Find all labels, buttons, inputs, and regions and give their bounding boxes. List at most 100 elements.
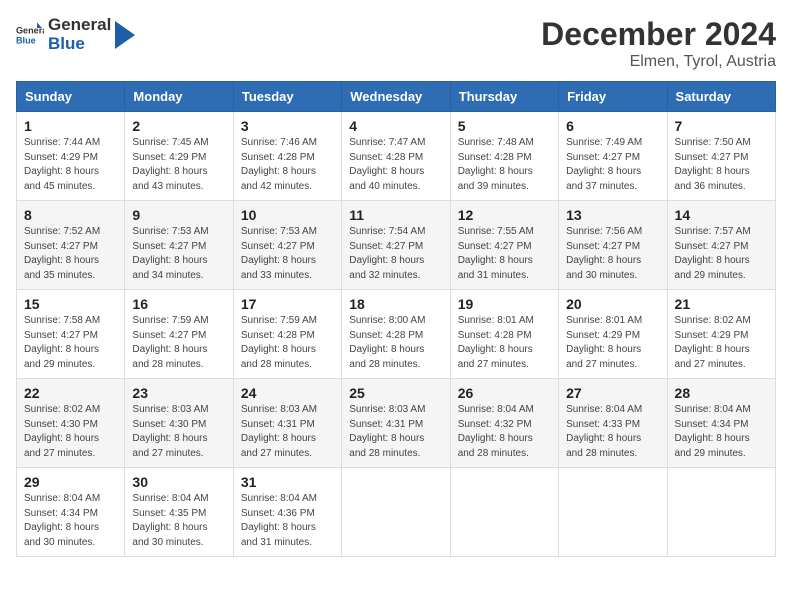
location: Elmen, Tyrol, Austria <box>541 53 776 71</box>
day-cell: 11 Sunrise: 7:54 AMSunset: 4:27 PMDaylig… <box>342 201 450 290</box>
day-cell <box>667 468 775 557</box>
day-cell: 6 Sunrise: 7:49 AMSunset: 4:27 PMDayligh… <box>559 112 667 201</box>
day-cell: 4 Sunrise: 7:47 AMSunset: 4:28 PMDayligh… <box>342 112 450 201</box>
day-number: 24 <box>241 385 334 401</box>
day-detail: Sunrise: 8:04 AMSunset: 4:33 PMDaylight:… <box>566 404 642 459</box>
day-detail: Sunrise: 7:46 AMSunset: 4:28 PMDaylight:… <box>241 137 317 192</box>
day-number: 17 <box>241 296 334 312</box>
day-cell: 9 Sunrise: 7:53 AMSunset: 4:27 PMDayligh… <box>125 201 233 290</box>
day-cell: 29 Sunrise: 8:04 AMSunset: 4:34 PMDaylig… <box>17 468 125 557</box>
day-cell <box>450 468 558 557</box>
day-number: 20 <box>566 296 659 312</box>
day-detail: Sunrise: 7:57 AMSunset: 4:27 PMDaylight:… <box>675 226 751 281</box>
day-number: 7 <box>675 118 768 134</box>
week-row-3: 15 Sunrise: 7:58 AMSunset: 4:27 PMDaylig… <box>17 290 776 379</box>
day-cell <box>342 468 450 557</box>
day-number: 8 <box>24 207 117 223</box>
day-cell: 13 Sunrise: 7:56 AMSunset: 4:27 PMDaylig… <box>559 201 667 290</box>
column-header-wednesday: Wednesday <box>342 82 450 112</box>
day-number: 14 <box>675 207 768 223</box>
day-cell: 2 Sunrise: 7:45 AMSunset: 4:29 PMDayligh… <box>125 112 233 201</box>
day-cell: 7 Sunrise: 7:50 AMSunset: 4:27 PMDayligh… <box>667 112 775 201</box>
day-detail: Sunrise: 8:04 AMSunset: 4:32 PMDaylight:… <box>458 404 534 459</box>
day-detail: Sunrise: 8:03 AMSunset: 4:31 PMDaylight:… <box>241 404 317 459</box>
title-block: December 2024 Elmen, Tyrol, Austria <box>541 16 776 71</box>
column-header-saturday: Saturday <box>667 82 775 112</box>
day-number: 29 <box>24 474 117 490</box>
day-cell: 27 Sunrise: 8:04 AMSunset: 4:33 PMDaylig… <box>559 379 667 468</box>
day-detail: Sunrise: 8:04 AMSunset: 4:34 PMDaylight:… <box>24 493 100 548</box>
week-row-4: 22 Sunrise: 8:02 AMSunset: 4:30 PMDaylig… <box>17 379 776 468</box>
day-cell: 5 Sunrise: 7:48 AMSunset: 4:28 PMDayligh… <box>450 112 558 201</box>
column-header-monday: Monday <box>125 82 233 112</box>
day-number: 22 <box>24 385 117 401</box>
day-number: 25 <box>349 385 442 401</box>
day-detail: Sunrise: 8:04 AMSunset: 4:36 PMDaylight:… <box>241 493 317 548</box>
day-cell: 23 Sunrise: 8:03 AMSunset: 4:30 PMDaylig… <box>125 379 233 468</box>
day-detail: Sunrise: 8:04 AMSunset: 4:35 PMDaylight:… <box>132 493 208 548</box>
day-cell: 14 Sunrise: 7:57 AMSunset: 4:27 PMDaylig… <box>667 201 775 290</box>
week-row-2: 8 Sunrise: 7:52 AMSunset: 4:27 PMDayligh… <box>17 201 776 290</box>
day-number: 2 <box>132 118 225 134</box>
day-number: 11 <box>349 207 442 223</box>
day-detail: Sunrise: 7:53 AMSunset: 4:27 PMDaylight:… <box>241 226 317 281</box>
month-year: December 2024 <box>541 16 776 53</box>
day-cell: 17 Sunrise: 7:59 AMSunset: 4:28 PMDaylig… <box>233 290 341 379</box>
day-cell: 24 Sunrise: 8:03 AMSunset: 4:31 PMDaylig… <box>233 379 341 468</box>
day-detail: Sunrise: 7:56 AMSunset: 4:27 PMDaylight:… <box>566 226 642 281</box>
week-row-5: 29 Sunrise: 8:04 AMSunset: 4:34 PMDaylig… <box>17 468 776 557</box>
day-number: 21 <box>675 296 768 312</box>
page-header: General Blue General Blue December 2024 … <box>16 16 776 71</box>
svg-text:Blue: Blue <box>16 35 36 45</box>
day-number: 30 <box>132 474 225 490</box>
day-detail: Sunrise: 7:47 AMSunset: 4:28 PMDaylight:… <box>349 137 425 192</box>
column-header-sunday: Sunday <box>17 82 125 112</box>
day-number: 16 <box>132 296 225 312</box>
day-number: 18 <box>349 296 442 312</box>
day-number: 27 <box>566 385 659 401</box>
day-cell: 25 Sunrise: 8:03 AMSunset: 4:31 PMDaylig… <box>342 379 450 468</box>
day-number: 5 <box>458 118 551 134</box>
day-number: 4 <box>349 118 442 134</box>
day-cell: 10 Sunrise: 7:53 AMSunset: 4:27 PMDaylig… <box>233 201 341 290</box>
day-detail: Sunrise: 7:48 AMSunset: 4:28 PMDaylight:… <box>458 137 534 192</box>
column-header-tuesday: Tuesday <box>233 82 341 112</box>
day-cell: 28 Sunrise: 8:04 AMSunset: 4:34 PMDaylig… <box>667 379 775 468</box>
logo-arrow-icon <box>115 21 135 49</box>
day-cell: 3 Sunrise: 7:46 AMSunset: 4:28 PMDayligh… <box>233 112 341 201</box>
day-number: 10 <box>241 207 334 223</box>
day-detail: Sunrise: 8:02 AMSunset: 4:29 PMDaylight:… <box>675 315 751 370</box>
day-cell: 31 Sunrise: 8:04 AMSunset: 4:36 PMDaylig… <box>233 468 341 557</box>
day-number: 28 <box>675 385 768 401</box>
day-number: 15 <box>24 296 117 312</box>
day-detail: Sunrise: 7:55 AMSunset: 4:27 PMDaylight:… <box>458 226 534 281</box>
day-cell: 19 Sunrise: 8:01 AMSunset: 4:28 PMDaylig… <box>450 290 558 379</box>
day-number: 23 <box>132 385 225 401</box>
day-detail: Sunrise: 7:50 AMSunset: 4:27 PMDaylight:… <box>675 137 751 192</box>
day-detail: Sunrise: 8:00 AMSunset: 4:28 PMDaylight:… <box>349 315 425 370</box>
day-number: 13 <box>566 207 659 223</box>
logo-blue: Blue <box>48 35 111 54</box>
day-detail: Sunrise: 7:58 AMSunset: 4:27 PMDaylight:… <box>24 315 100 370</box>
day-detail: Sunrise: 8:02 AMSunset: 4:30 PMDaylight:… <box>24 404 100 459</box>
day-number: 19 <box>458 296 551 312</box>
day-cell: 12 Sunrise: 7:55 AMSunset: 4:27 PMDaylig… <box>450 201 558 290</box>
day-number: 31 <box>241 474 334 490</box>
day-cell: 22 Sunrise: 8:02 AMSunset: 4:30 PMDaylig… <box>17 379 125 468</box>
day-detail: Sunrise: 8:03 AMSunset: 4:31 PMDaylight:… <box>349 404 425 459</box>
week-row-1: 1 Sunrise: 7:44 AMSunset: 4:29 PMDayligh… <box>17 112 776 201</box>
day-detail: Sunrise: 7:54 AMSunset: 4:27 PMDaylight:… <box>349 226 425 281</box>
day-detail: Sunrise: 7:45 AMSunset: 4:29 PMDaylight:… <box>132 137 208 192</box>
day-cell: 16 Sunrise: 7:59 AMSunset: 4:27 PMDaylig… <box>125 290 233 379</box>
day-detail: Sunrise: 7:49 AMSunset: 4:27 PMDaylight:… <box>566 137 642 192</box>
logo-general: General <box>48 16 111 35</box>
day-cell: 26 Sunrise: 8:04 AMSunset: 4:32 PMDaylig… <box>450 379 558 468</box>
day-number: 6 <box>566 118 659 134</box>
logo: General Blue General Blue <box>16 16 135 53</box>
day-number: 3 <box>241 118 334 134</box>
day-detail: Sunrise: 7:52 AMSunset: 4:27 PMDaylight:… <box>24 226 100 281</box>
day-detail: Sunrise: 7:59 AMSunset: 4:27 PMDaylight:… <box>132 315 208 370</box>
day-cell: 21 Sunrise: 8:02 AMSunset: 4:29 PMDaylig… <box>667 290 775 379</box>
calendar-table: SundayMondayTuesdayWednesdayThursdayFrid… <box>16 81 776 557</box>
day-cell: 20 Sunrise: 8:01 AMSunset: 4:29 PMDaylig… <box>559 290 667 379</box>
